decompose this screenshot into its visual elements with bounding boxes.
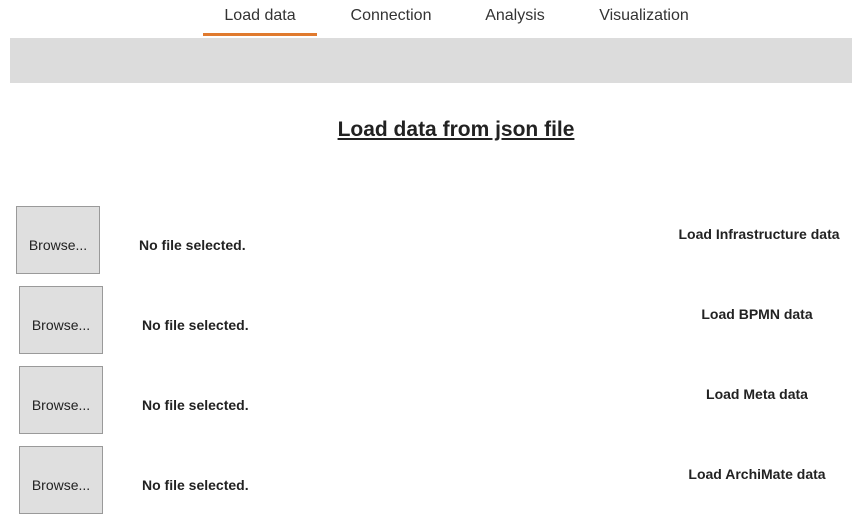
toolbar-band (10, 38, 852, 83)
load-row-infrastructure: Browse... No file selected. Load Infrast… (0, 206, 852, 278)
tab-analysis[interactable]: Analysis (468, 6, 562, 36)
load-bpmn-button[interactable]: Load BPMN data (670, 306, 844, 322)
browse-button-bpmn[interactable]: Browse... (19, 286, 103, 354)
file-status-bpmn: No file selected. (142, 317, 249, 333)
tab-visualization[interactable]: Visualization (580, 6, 708, 36)
tab-connection[interactable]: Connection (333, 6, 449, 36)
browse-button-infrastructure[interactable]: Browse... (16, 206, 100, 274)
load-archimate-button[interactable]: Load ArchiMate data (672, 466, 842, 482)
load-infrastructure-button[interactable]: Load Infrastructure data (666, 226, 852, 242)
page-title: Load data from json file (337, 118, 575, 141)
browse-button-meta[interactable]: Browse... (19, 366, 103, 434)
load-row-meta: Browse... No file selected. Load Meta da… (0, 366, 852, 438)
browse-button-archimate[interactable]: Browse... (19, 446, 103, 514)
load-meta-button[interactable]: Load Meta data (670, 386, 844, 402)
file-status-infrastructure: No file selected. (139, 237, 246, 253)
file-status-meta: No file selected. (142, 397, 249, 413)
tab-load-data[interactable]: Load data (203, 6, 317, 36)
top-navigation: Load data Connection Analysis Visualizat… (0, 0, 852, 36)
load-row-bpmn: Browse... No file selected. Load BPMN da… (0, 286, 852, 358)
load-row-archimate: Browse... No file selected. Load ArchiMa… (0, 446, 852, 518)
file-status-archimate: No file selected. (142, 477, 249, 493)
